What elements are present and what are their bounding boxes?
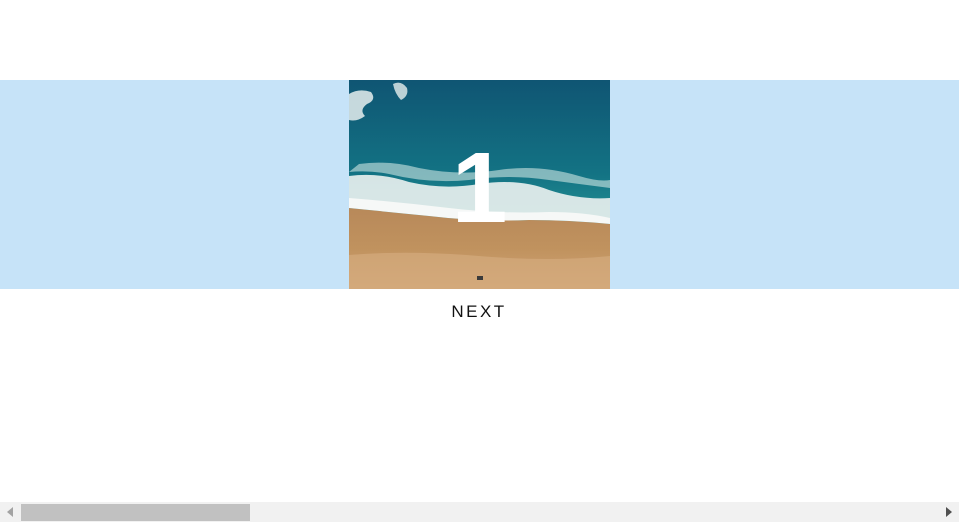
next-button[interactable]: NEXT: [429, 300, 529, 324]
slide-current: 1: [349, 80, 610, 289]
triangle-left-icon: [6, 507, 13, 517]
slider: 1: [0, 80, 959, 289]
triangle-right-icon: [945, 507, 952, 517]
scroll-right-button[interactable]: [940, 502, 957, 522]
horizontal-scrollbar[interactable]: [0, 502, 959, 522]
scrollbar-thumb[interactable]: [21, 504, 250, 521]
scroll-left-button[interactable]: [2, 502, 19, 522]
page: 1 NEXT: [0, 0, 959, 522]
slide-number: 1: [451, 131, 508, 244]
